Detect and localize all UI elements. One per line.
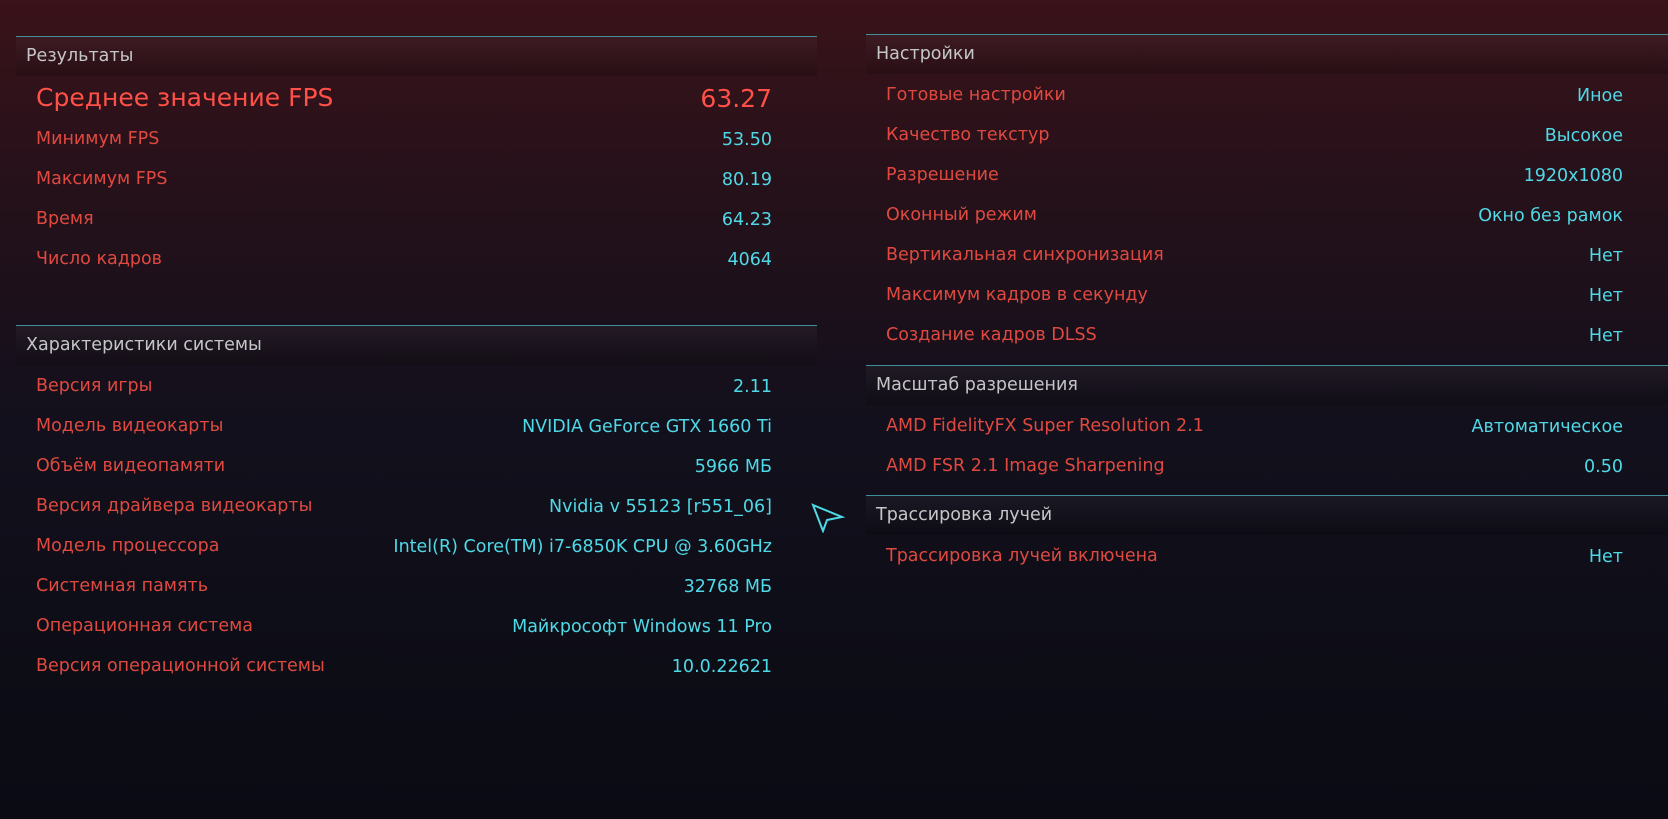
driver-version-label: Версия драйвера видеокарты — [36, 496, 313, 516]
cpu-model-label: Модель процессора — [36, 536, 220, 556]
window-mode-row: Оконный режим Окно без рамок — [866, 195, 1668, 235]
results-section: Результаты Среднее значение FPS 63.27 Ми… — [16, 36, 817, 325]
fsr-sharpening-value: 0.50 — [1584, 457, 1623, 477]
fsr-mode-row: AMD FidelityFX Super Resolution 2.1 Авто… — [866, 406, 1668, 446]
max-fps-limit-value: Нет — [1588, 286, 1623, 306]
system-memory-row: Системная память 32768 МБ — [16, 566, 817, 606]
texture-quality-row: Качество текстур Высокое — [866, 115, 1668, 155]
fsr-sharpening-row: AMD FSR 2.1 Image Sharpening 0.50 — [866, 446, 1668, 486]
scaling-section: Масштаб разрешения AMD FidelityFX Super … — [866, 365, 1668, 495]
max-fps-limit-row: Максимум кадров в секунду Нет — [866, 275, 1668, 315]
fsr-mode-label: AMD FidelityFX Super Resolution 2.1 — [886, 416, 1204, 436]
vsync-value: Нет — [1588, 246, 1623, 266]
scaling-rows: AMD FidelityFX Super Resolution 2.1 Авто… — [866, 405, 1668, 495]
results-header: Результаты — [16, 36, 817, 76]
vsync-row: Вертикальная синхронизация Нет — [866, 235, 1668, 275]
vsync-label: Вертикальная синхронизация — [886, 245, 1164, 265]
window-mode-label: Оконный режим — [886, 205, 1037, 225]
time-label: Время — [36, 209, 94, 229]
cpu-model-row: Модель процессора Intel(R) Core(TM) i7-6… — [16, 526, 817, 566]
gpu-model-row: Модель видеокарты NVIDIA GeForce GTX 166… — [16, 406, 817, 446]
average-fps-label: Среднее значение FPS — [36, 83, 334, 112]
raytracing-enabled-value: Нет — [1588, 547, 1623, 567]
system-memory-value: 32768 МБ — [683, 577, 772, 597]
raytracing-enabled-row: Трассировка лучей включена Нет — [866, 536, 1668, 576]
max-fps-limit-label: Максимум кадров в секунду — [886, 285, 1148, 305]
vram-label: Объём видеопамяти — [36, 456, 226, 476]
dlss-frame-gen-row: Создание кадров DLSS Нет — [866, 315, 1668, 355]
max-fps-value: 80.19 — [721, 170, 772, 190]
min-fps-row: Минимум FPS 53.50 — [16, 119, 817, 159]
settings-header: Настройки — [866, 34, 1668, 74]
frame-count-value: 4064 — [727, 250, 772, 270]
preset-row: Готовые настройки Иное — [866, 75, 1668, 115]
vram-row: Объём видеопамяти 5966 МБ — [16, 446, 817, 486]
os-version-row: Версия операционной системы 10.0.22621 — [16, 646, 817, 686]
results-rows: Среднее значение FPS 63.27 Минимум FPS 5… — [16, 76, 817, 325]
window-mode-value: Окно без рамок — [1478, 206, 1623, 226]
raytracing-rows: Трассировка лучей включена Нет — [866, 535, 1668, 576]
average-fps-row: Среднее значение FPS 63.27 — [16, 77, 817, 119]
gpu-model-label: Модель видеокарты — [36, 416, 224, 436]
average-fps-value: 63.27 — [700, 84, 772, 113]
fsr-mode-value: Автоматическое — [1471, 417, 1623, 437]
max-fps-row: Максимум FPS 80.19 — [16, 159, 817, 199]
preset-value: Иное — [1576, 86, 1623, 106]
resolution-value: 1920x1080 — [1523, 166, 1623, 186]
os-row: Операционная система Майкрософт Windows … — [16, 606, 817, 646]
max-fps-label: Максимум FPS — [36, 169, 168, 189]
driver-version-row: Версия драйвера видеокарты Nvidia v 5512… — [16, 486, 817, 526]
os-value: Майкрософт Windows 11 Pro — [512, 617, 772, 637]
scaling-header: Масштаб разрешения — [866, 365, 1668, 405]
preset-label: Готовые настройки — [886, 85, 1066, 105]
system-header: Характеристики системы — [16, 325, 817, 365]
frame-count-label: Число кадров — [36, 249, 162, 269]
texture-quality-label: Качество текстур — [886, 125, 1050, 145]
min-fps-label: Минимум FPS — [36, 129, 160, 149]
settings-section: Настройки Готовые настройки Иное Качеств… — [866, 34, 1668, 365]
dlss-frame-gen-value: Нет — [1588, 326, 1623, 346]
time-value: 64.23 — [721, 210, 772, 230]
raytracing-header: Трассировка лучей — [866, 495, 1668, 535]
cpu-model-value: Intel(R) Core(TM) i7-6850K CPU @ 3.60GHz — [393, 537, 772, 557]
gpu-model-value: NVIDIA GeForce GTX 1660 Ti — [522, 417, 772, 437]
os-version-value: 10.0.22621 — [671, 657, 772, 677]
time-row: Время 64.23 — [16, 199, 817, 239]
cursor-arrow-icon — [811, 503, 845, 533]
right-panel: Настройки Готовые настройки Иное Качеств… — [866, 34, 1668, 576]
vram-value: 5966 МБ — [694, 457, 772, 477]
frame-count-row: Число кадров 4064 — [16, 239, 817, 279]
system-memory-label: Системная память — [36, 576, 209, 596]
raytracing-section: Трассировка лучей Трассировка лучей вклю… — [866, 495, 1668, 576]
texture-quality-value: Высокое — [1544, 126, 1623, 146]
resolution-label: Разрешение — [886, 165, 999, 185]
system-rows: Версия игры 2.11 Модель видеокарты NVIDI… — [16, 365, 817, 686]
driver-version-value: Nvidia v 55123 [r551_06] — [549, 497, 772, 517]
settings-rows: Готовые настройки Иное Качество текстур … — [866, 74, 1668, 365]
game-version-label: Версия игры — [36, 376, 153, 396]
min-fps-value: 53.50 — [721, 130, 772, 150]
dlss-frame-gen-label: Создание кадров DLSS — [886, 325, 1097, 345]
os-label: Операционная система — [36, 616, 254, 636]
resolution-row: Разрешение 1920x1080 — [866, 155, 1668, 195]
system-section: Характеристики системы Версия игры 2.11 … — [16, 325, 817, 686]
left-panel: Результаты Среднее значение FPS 63.27 Ми… — [16, 36, 817, 686]
fsr-sharpening-label: AMD FSR 2.1 Image Sharpening — [886, 456, 1165, 476]
os-version-label: Версия операционной системы — [36, 656, 325, 676]
game-version-row: Версия игры 2.11 — [16, 366, 817, 406]
raytracing-enabled-label: Трассировка лучей включена — [886, 546, 1158, 566]
game-version-value: 2.11 — [733, 377, 772, 397]
